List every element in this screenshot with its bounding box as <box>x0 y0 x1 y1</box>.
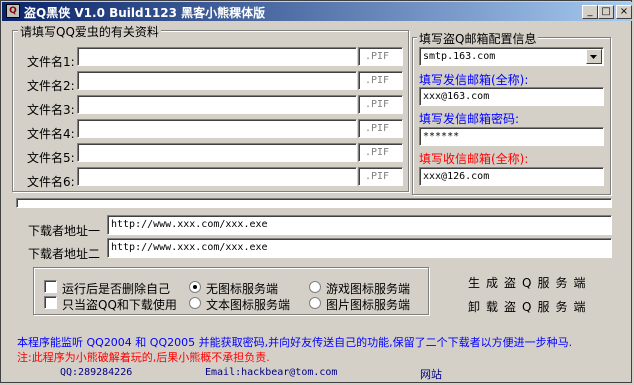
download-url-2-input[interactable]: http://www.xxx.com/xxx.exe <box>107 238 612 258</box>
maximize-button[interactable]: □ <box>598 5 614 19</box>
delete-after-run-label: 运行后是否删除自己 <box>62 282 171 296</box>
uninstall-server-button[interactable]: 卸载盗Q服务端 <box>468 298 591 315</box>
email-link[interactable]: Email:hackbear@tom.com <box>205 367 337 378</box>
description-text: 本程序能监听 QQ2004 和 QQ2005 并能获取密码,并向好友传送自己的功… <box>17 336 573 349</box>
picture-icon-radio[interactable] <box>309 297 321 309</box>
minimize-button[interactable]: _ <box>582 5 598 19</box>
game-icon-label: 游戏图标服务端 <box>326 282 411 296</box>
file-ext-6: .PIF <box>358 167 403 186</box>
smtp-select-value: smtp.163.com <box>423 51 496 62</box>
password-label: 填写发信邮箱密码: <box>419 112 520 126</box>
website-link[interactable]: 网站 <box>420 366 442 382</box>
sender-email-input[interactable]: xxx@163.com <box>419 87 604 106</box>
text-icon-radio[interactable] <box>189 297 201 309</box>
file-ext-5: .PIF <box>358 143 403 162</box>
main-window: Q 盗Q黑侠 V1.0 Build1123 黑客小熊稞体版 _ □ × 请填写Q… <box>0 0 632 383</box>
smtp-select[interactable]: smtp.163.com <box>419 47 604 66</box>
chevron-down-icon <box>590 55 597 59</box>
smtp-dropdown-button[interactable] <box>586 49 602 64</box>
file-input-4[interactable] <box>77 119 357 138</box>
file-label-2: 文件名2: <box>27 79 75 93</box>
file-input-2[interactable] <box>77 71 357 90</box>
app-icon: Q <box>6 4 20 18</box>
generate-server-button[interactable]: 生成盗Q服务端 <box>468 274 591 291</box>
file-label-1: 文件名1: <box>27 55 75 69</box>
game-icon-radio[interactable] <box>309 281 321 293</box>
no-icon-radio[interactable] <box>189 281 201 293</box>
file-input-1[interactable] <box>77 47 357 66</box>
file-input-5[interactable] <box>77 143 357 162</box>
download-url-1-label: 下载者地址一 <box>28 224 101 238</box>
file-input-3[interactable] <box>77 95 357 114</box>
file-label-3: 文件名3: <box>27 103 75 117</box>
file-input-6[interactable] <box>77 167 357 186</box>
receiver-email-input[interactable]: xxx@126.com <box>419 167 604 186</box>
download-url-1-input[interactable]: http://www.xxx.com/xxx.exe <box>107 215 612 235</box>
download-only-checkbox[interactable] <box>44 296 57 309</box>
file-ext-3: .PIF <box>358 95 403 114</box>
warning-text: 注:此程序为小熊破解着玩的,后果小熊概不承担负责. <box>17 351 270 364</box>
title-bar[interactable]: Q 盗Q黑侠 V1.0 Build1123 黑客小熊稞体版 _ □ × <box>2 2 632 21</box>
file-ext-2: .PIF <box>358 71 403 90</box>
text-icon-label: 文本图标服务端 <box>206 298 291 312</box>
mail-group-legend: 填写盗Q邮箱配置信息 <box>417 30 539 47</box>
delete-after-run-checkbox[interactable] <box>44 280 57 293</box>
file-ext-4: .PIF <box>358 119 403 138</box>
download-url-2-label: 下载者地址二 <box>28 247 101 261</box>
file-label-4: 文件名4: <box>27 127 75 141</box>
files-group-legend: 请填写QQ爱虫的有关资料 <box>18 23 161 40</box>
no-icon-label: 无图标服务端 <box>206 282 279 296</box>
sender-label: 填写发信邮箱(全称): <box>419 73 529 87</box>
file-label-5: 文件名5: <box>27 151 75 165</box>
sender-password-input[interactable]: ****** <box>419 127 604 146</box>
close-button[interactable]: × <box>616 5 632 19</box>
file-ext-1: .PIF <box>358 47 403 66</box>
window-title: 盗Q黑侠 V1.0 Build1123 黑客小熊稞体版 <box>24 6 266 20</box>
picture-icon-label: 图片图标服务端 <box>326 298 411 312</box>
download-only-label: 只当盗QQ和下载使用 <box>62 298 177 312</box>
file-label-6: 文件名6: <box>27 175 75 189</box>
progress-bar <box>16 198 612 208</box>
receiver-label: 填写收信邮箱(全称): <box>419 152 529 166</box>
qq-text: QQ:289284226 <box>60 367 133 378</box>
